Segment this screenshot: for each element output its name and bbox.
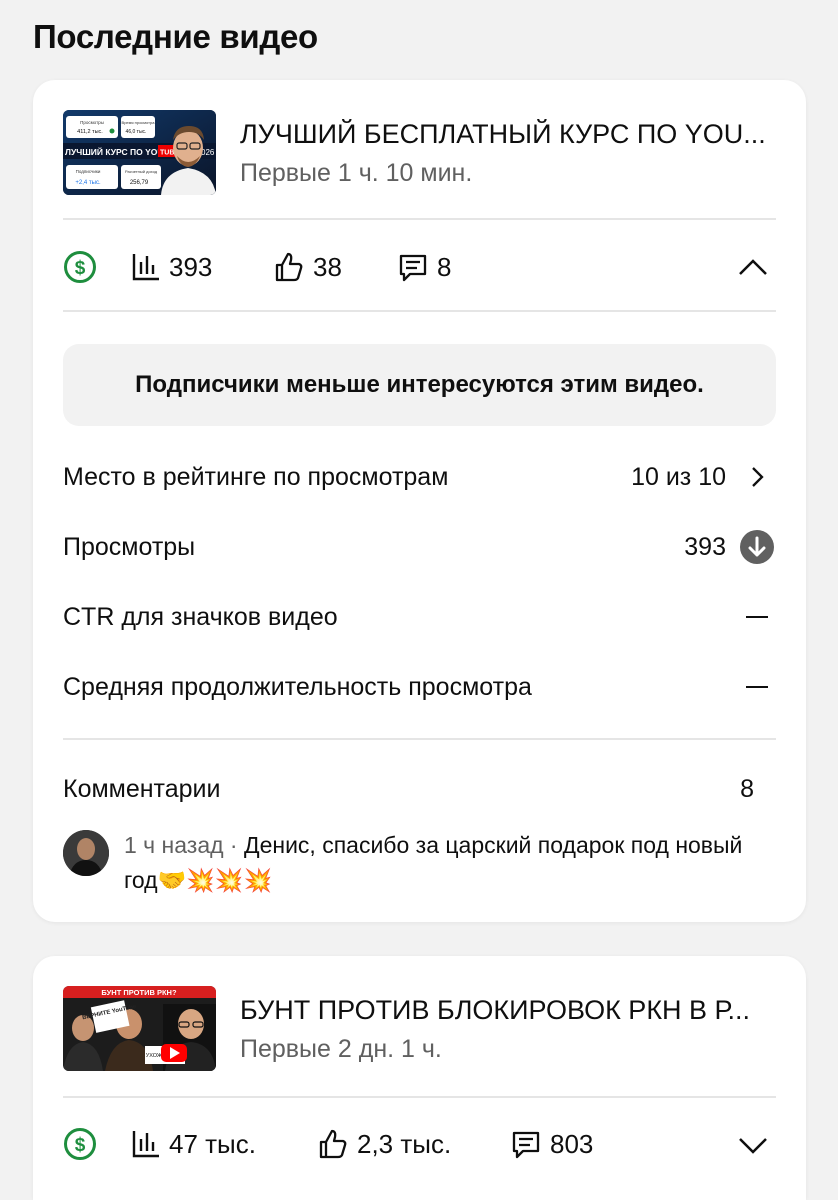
comment-icon (399, 254, 427, 282)
comments-count: 8 (437, 251, 452, 282)
svg-text:$: $ (75, 258, 86, 279)
metric-label: Просмотры (63, 532, 196, 561)
likes-count: 2,3 тыс. (357, 1128, 452, 1159)
comment-separator: · (223, 832, 244, 858)
metric-views: Просмотры 393 (63, 527, 776, 567)
video-header[interactable]: Просмотры 411,2 тыс. Время просмотра 46,… (63, 110, 776, 195)
likes-stat[interactable]: 2,3 тыс. (317, 1114, 451, 1174)
metric-label: CTR для значков видео (63, 602, 338, 631)
video-thumbnail[interactable]: БУНТ ПРОТИВ РКН? ВЕРНИТЕ YouTube УХОЖУ В… (63, 986, 216, 1071)
comments-stat[interactable]: 803 (510, 1114, 593, 1174)
comments-row[interactable]: Комментарии 8 (63, 769, 776, 809)
thumb-watch-label: Время просмотра (122, 120, 156, 125)
video-meta: Первые 1 ч. 10 мин. (240, 159, 473, 187)
arrow-down-circle-icon (740, 530, 774, 564)
metric-value: 10 из 10 (631, 462, 726, 491)
empty-value-dash (746, 686, 768, 688)
video-stats: $ 393 38 8 (63, 237, 776, 297)
likes-stat[interactable]: 38 (273, 237, 342, 297)
bar-chart-icon (132, 1131, 159, 1158)
thumbs-up-icon (319, 1129, 347, 1159)
comments-count: 803 (550, 1128, 594, 1159)
dollar-icon: $ (64, 1128, 96, 1160)
views-stat[interactable]: 47 тыс. (131, 1114, 256, 1174)
empty-value-dash (746, 616, 768, 618)
video-title[interactable]: БУНТ ПРОТИВ БЛОКИРОВОК РКН В Р... (240, 995, 780, 1026)
video-meta: Первые 2 дн. 1 ч. (240, 1035, 442, 1063)
views-count: 393 (169, 251, 213, 282)
metric-avg-duration: Средняя продолжительность просмотра (63, 667, 776, 707)
thumb-banner: ЛУЧШИЙ КУРС ПО YOU (65, 146, 164, 157)
divider (63, 310, 776, 312)
thumb-subs-label: Подписчики (76, 169, 101, 174)
latest-comment[interactable]: 1 ч назад · Денис, спасибо за царский по… (63, 828, 776, 898)
video-thumbnail[interactable]: Просмотры 411,2 тыс. Время просмотра 46,… (63, 110, 216, 195)
insight-notice: Подписчики меньше интересуются этим виде… (63, 344, 776, 426)
svg-text:$: $ (75, 1135, 86, 1156)
metric-label: Место в рейтинге по просмотрам (63, 462, 449, 491)
thumb-year: 026 (201, 148, 215, 157)
metric-ctr: CTR для значков видео (63, 597, 776, 637)
thumb-revenue-label: Расчетный доход (125, 169, 158, 174)
video-header[interactable]: БУНТ ПРОТИВ РКН? ВЕРНИТЕ YouTube УХОЖУ В… (63, 986, 776, 1071)
metric-label: Средняя продолжительность просмотра (63, 672, 532, 701)
bar-chart-icon (132, 254, 159, 281)
section-title: Последние видео (33, 18, 318, 55)
video-title[interactable]: ЛУЧШИЙ БЕСПЛАТНЫЙ КУРС ПО YOU... (240, 119, 780, 150)
thumb-views-value: 411,2 тыс. (77, 129, 103, 135)
video-card[interactable]: БУНТ ПРОТИВ РКН? ВЕРНИТЕ YouTube УХОЖУ В… (33, 956, 806, 1200)
views-stat[interactable]: 393 (131, 237, 212, 297)
comments-stat[interactable]: 8 (397, 237, 451, 297)
thumb-revenue-value: 256,79 (130, 180, 149, 186)
thumbs-up-icon (275, 252, 303, 282)
thumb-banner: БУНТ ПРОТИВ РКН? (101, 988, 177, 997)
monetization-status[interactable]: $ (63, 237, 97, 297)
metric-rank[interactable]: Место в рейтинге по просмотрам 10 из 10 (63, 457, 776, 497)
comment-icon (512, 1131, 540, 1159)
comment-text-block: 1 ч назад · Денис, спасибо за царский по… (124, 828, 744, 898)
thumb-views-label: Просмотры (80, 120, 104, 125)
video-stats: $ 47 тыс. 2,3 тыс. 803 (63, 1114, 776, 1174)
avatar (63, 830, 109, 876)
divider (63, 218, 776, 220)
divider (63, 1096, 776, 1098)
chevron-down-icon[interactable] (736, 1128, 770, 1162)
dollar-icon: $ (64, 251, 96, 283)
chevron-up-icon[interactable] (736, 251, 770, 285)
comment-time: 1 ч назад (124, 832, 224, 858)
comment-emojis: 🤝💥💥💥 (157, 867, 273, 893)
monetization-status[interactable]: $ (63, 1114, 97, 1174)
comments-total: 8 (740, 774, 754, 803)
thumb-subs-value: +2,4 тыс. (75, 180, 101, 186)
comments-label: Комментарии (63, 774, 221, 803)
divider (63, 738, 776, 740)
metric-value: 393 (684, 532, 726, 561)
thumb-watch-value: 46,0 тыс. (126, 129, 147, 135)
chevron-right-icon (752, 467, 764, 487)
likes-count: 38 (313, 251, 342, 282)
video-card[interactable]: Просмотры 411,2 тыс. Время просмотра 46,… (33, 80, 806, 922)
views-count: 47 тыс. (169, 1128, 256, 1159)
